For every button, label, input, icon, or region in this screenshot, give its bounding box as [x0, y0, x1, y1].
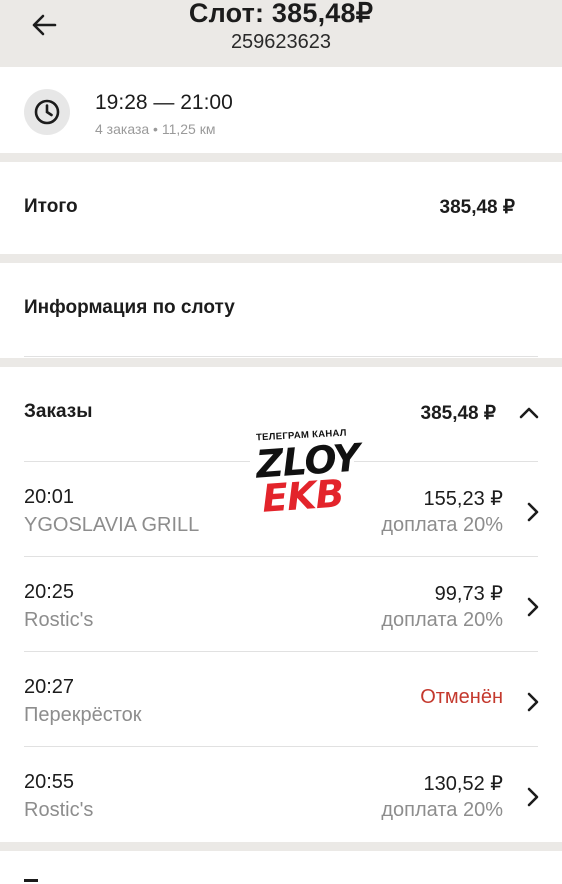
- clock-icon: [24, 89, 70, 135]
- orders-label: Заказы: [24, 401, 93, 422]
- order-time: 20:55: [24, 771, 75, 793]
- order-restaurant: Rostic's: [24, 799, 94, 821]
- top-bar: Слот: 385,48₽ 259623623: [0, 0, 562, 66]
- orders-total-value: 385,48 ₽: [420, 403, 496, 424]
- total-value: 385,48 ₽: [439, 197, 515, 218]
- chevron-right-icon: [527, 502, 539, 522]
- chevron-right-icon: [527, 787, 539, 807]
- watermark-ekb: EKB: [260, 471, 345, 521]
- watermark-logo: ТЕЛЕГРАМ КАНАЛ ZLOY EKB: [250, 426, 361, 521]
- slot-info-card[interactable]: Информация по слоту: [0, 263, 562, 358]
- page-title: Слот: 385,48₽: [188, 0, 374, 28]
- order-surcharge: доплата 20%: [381, 609, 503, 631]
- order-time: 20:25: [24, 581, 75, 603]
- order-price: 155,23 ₽: [423, 488, 503, 510]
- order-time: 20:27: [24, 676, 75, 698]
- slot-time-range: 19:28 — 21:00: [95, 91, 233, 114]
- divider: [24, 356, 538, 357]
- order-restaurant: Rostic's: [24, 609, 94, 631]
- order-surcharge: доплата 20%: [381, 514, 503, 536]
- total-card: Итого 385,48 ₽: [0, 162, 562, 254]
- order-row[interactable]: 20:27 Перекрёсток Отменён: [0, 652, 562, 747]
- slot-id: 259623623: [230, 31, 332, 53]
- order-time: 20:01: [24, 486, 75, 508]
- order-status-canceled: Отменён: [420, 686, 503, 708]
- slot-time-card: 19:28 — 21:00 4 заказа • 11,25 км: [0, 67, 562, 153]
- order-price: 99,73 ₽: [434, 583, 503, 605]
- chevron-right-icon: [527, 597, 539, 617]
- order-restaurant: YGOSLAVIA GRILL: [24, 514, 200, 536]
- order-row[interactable]: 20:55 Rostic's 130,52 ₽ доплата 20%: [0, 747, 562, 842]
- order-row[interactable]: 20:25 Rostic's 99,73 ₽ доплата 20%: [0, 557, 562, 652]
- order-surcharge: доплата 20%: [381, 799, 503, 821]
- total-label: Итого: [24, 196, 78, 217]
- chevron-up-icon[interactable]: [519, 406, 539, 420]
- next-section-card: [0, 851, 562, 884]
- chevron-right-icon: [527, 692, 539, 712]
- slot-meta: 4 заказа • 11,25 км: [95, 121, 216, 137]
- clipped-heading: [24, 879, 38, 882]
- order-price: 130,52 ₽: [423, 773, 503, 795]
- order-restaurant: Перекрёсток: [24, 704, 142, 726]
- slot-info-label: Информация по слоту: [24, 297, 235, 318]
